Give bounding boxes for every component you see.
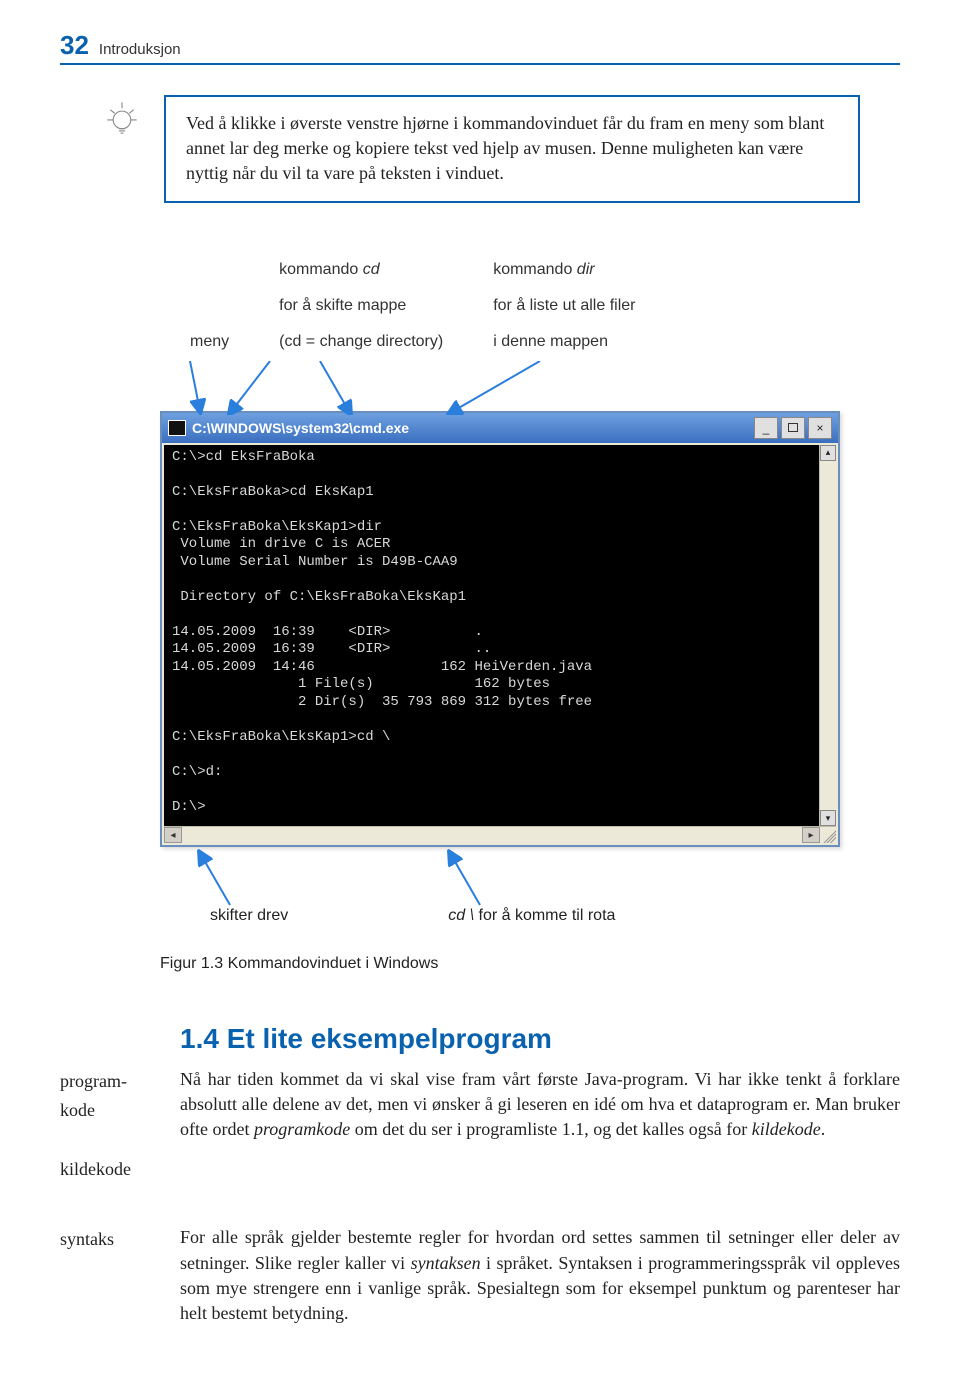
resize-grip[interactable]: [820, 827, 836, 843]
annotation-meny: meny: [190, 333, 229, 351]
command-window: C:\WINDOWS\system32\cmd.exe _ × C:\>cd E…: [160, 411, 840, 848]
margin-note-syntaks: syntaks: [60, 1225, 160, 1254]
lightbulb-icon: [100, 95, 144, 144]
maximize-button[interactable]: [781, 417, 805, 439]
annotation-arrows-top: [190, 361, 900, 411]
scrollbar-horizontal[interactable]: [182, 827, 802, 843]
margin-note-kildekode: kildekode: [60, 1155, 160, 1184]
annotation-arrows-bottom: [190, 847, 900, 907]
minimize-button[interactable]: _: [754, 417, 778, 439]
annotation-dir: kommando dir for å liste ut alle filer i…: [493, 243, 635, 351]
annotation-rota: cd \ for å komme til rota: [448, 907, 615, 925]
section-heading: 1.4 Et lite eksempelprogram: [180, 1023, 900, 1055]
annotation-drev: skifter drev: [210, 907, 288, 925]
tip-box: Ved å klikke i øverste venstre hjørne i …: [164, 95, 860, 203]
margin-notes: syntaks: [60, 1225, 160, 1326]
cmd-icon[interactable]: [168, 420, 186, 436]
margin-notes: program-kode kildekode: [60, 1067, 160, 1213]
window-title: C:\WINDOWS\system32\cmd.exe: [192, 420, 748, 436]
page-header: 32 Introduksjon: [60, 30, 900, 65]
terminal-output[interactable]: C:\>cd EksFraBoka C:\EksFraBoka>cd EksKa…: [164, 445, 819, 827]
scroll-left-button[interactable]: ◂: [164, 827, 182, 843]
scroll-down-button[interactable]: ▾: [820, 810, 836, 826]
body-paragraph-2: For alle språk gjelder bestemte regler f…: [180, 1225, 900, 1326]
chapter-title: Introduksjon: [99, 41, 181, 58]
scrollbar-vertical[interactable]: [820, 461, 836, 811]
scroll-up-button[interactable]: ▴: [820, 445, 836, 461]
annotation-cd: kommando cd for å skifte mappe (cd = cha…: [279, 243, 443, 351]
figure-caption: Figur 1.3 Kommandovinduet i Windows: [160, 955, 900, 973]
page-number: 32: [60, 30, 89, 61]
window-titlebar[interactable]: C:\WINDOWS\system32\cmd.exe _ ×: [162, 413, 838, 443]
margin-note-programkode: program-kode: [60, 1067, 160, 1125]
body-paragraph-1: Nå har tiden kommet da vi skal vise fram…: [180, 1067, 900, 1213]
close-button[interactable]: ×: [808, 417, 832, 439]
scroll-right-button[interactable]: ▸: [802, 827, 820, 843]
